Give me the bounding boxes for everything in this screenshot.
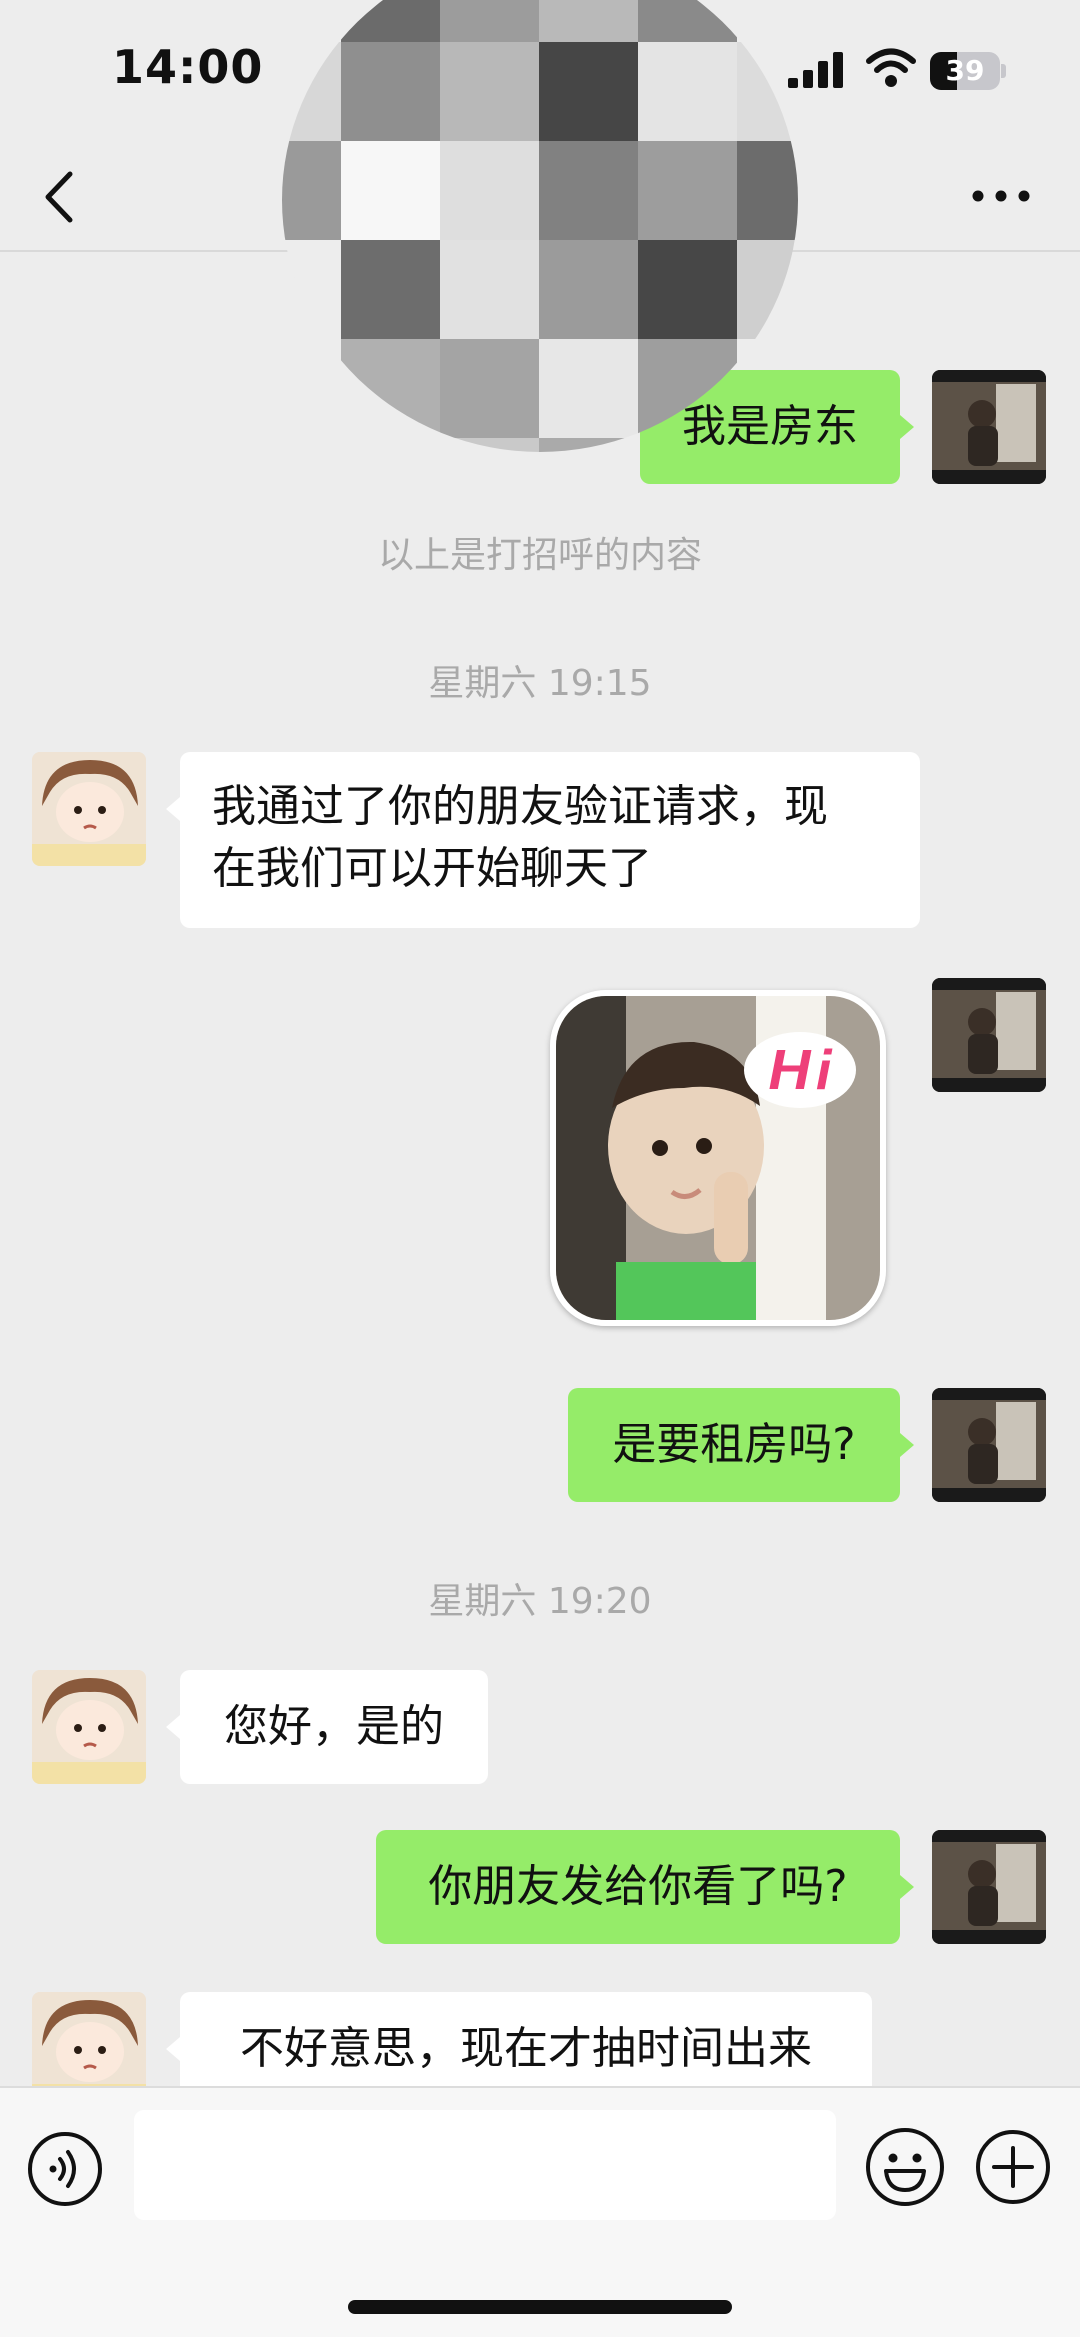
mosaic-cell — [638, 0, 737, 42]
mosaic-cell — [737, 339, 798, 438]
mosaic-cell — [440, 141, 539, 240]
more-icon[interactable] — [966, 176, 1036, 216]
mosaic-cell — [638, 42, 737, 141]
mosaic-cell — [440, 0, 539, 42]
message-bubble-incoming[interactable]: 您好，是的 — [180, 1670, 488, 1784]
mosaic-cell — [638, 240, 737, 339]
bubble-tail — [166, 797, 180, 821]
mosaic-cell — [282, 42, 341, 141]
avatar-image — [932, 1830, 1046, 1944]
status-time: 14:00 — [112, 40, 264, 94]
message-text: 您好，是的 — [224, 1701, 444, 1752]
message-bubble-incoming[interactable]: 不好意思，现在才抽时间出来 — [180, 1992, 872, 2086]
mosaic-cell — [539, 438, 638, 452]
bubble-tail — [900, 1433, 914, 1457]
bubble-tail — [900, 1875, 914, 1899]
mosaic-cell — [341, 240, 440, 339]
avatar[interactable] — [932, 370, 1046, 484]
sticker-text: Hi — [767, 1039, 834, 1104]
mosaic-cell — [638, 339, 737, 438]
message-input[interactable] — [134, 2110, 836, 2220]
chat-screen: 14:00 39 以上是打招呼的内容 星期六 19:15 我通过了你的朋友验证请… — [0, 0, 1080, 2337]
bubble-tail — [166, 2037, 180, 2061]
mosaic-cell — [737, 141, 798, 240]
mosaic-cell — [440, 42, 539, 141]
system-note: 以上是打招呼的内容 — [377, 535, 702, 576]
mosaic-cell — [282, 339, 341, 438]
mosaic-cell — [539, 42, 638, 141]
wifi-icon — [866, 48, 916, 87]
message-text: 不好意思，现在才抽时间出来 — [240, 2023, 812, 2074]
message-text-line: 我通过了你的朋友验证请求，现 — [212, 781, 828, 832]
avatar-image — [932, 370, 1046, 484]
mosaic-cell — [341, 0, 440, 42]
mosaic-cell — [282, 141, 341, 240]
mosaic-cell — [638, 141, 737, 240]
mosaic-cell — [341, 438, 440, 452]
mosaic-cell — [737, 240, 798, 339]
battery-cap — [1001, 64, 1006, 78]
pixelated-avatar — [282, 0, 798, 452]
emoji-icon[interactable] — [864, 2126, 946, 2208]
avatar-image — [32, 752, 146, 866]
message-text-line: 在我们可以开始聊天了 — [212, 843, 652, 894]
mosaic-cell — [282, 0, 341, 42]
avatar-image — [932, 1388, 1046, 1502]
avatar-image — [32, 1992, 146, 2086]
mosaic-cell — [282, 438, 341, 452]
avatar[interactable] — [932, 978, 1046, 1092]
message-bubble-incoming[interactable]: 我通过了你的朋友验证请求，现 在我们可以开始聊天了 — [180, 752, 920, 928]
message-bubble-outgoing[interactable]: 你朋友发给你看了吗? — [376, 1830, 900, 1944]
mosaic-cell — [341, 42, 440, 141]
bubble-tail — [166, 1715, 180, 1739]
avatar[interactable] — [932, 1830, 1046, 1944]
battery-body: 39 — [930, 52, 1000, 90]
battery-level: 39 — [945, 54, 985, 87]
battery-icon: 39 — [930, 52, 1006, 90]
mosaic-cell — [282, 240, 341, 339]
mosaic-cell — [440, 438, 539, 452]
mosaic-cell — [440, 339, 539, 438]
mosaic-cell — [539, 141, 638, 240]
plus-icon[interactable] — [974, 2128, 1052, 2206]
mosaic-cell — [341, 141, 440, 240]
chat-area[interactable]: 我是房东 以上是打招呼的内容 星期六 19:15 — [0, 254, 1080, 2086]
bubble-tail — [900, 415, 914, 439]
mosaic-cell — [539, 0, 638, 42]
sticker-image: Hi — [556, 996, 880, 1320]
time-label: 星期六 19:15 — [428, 663, 652, 704]
input-bar — [0, 2086, 1080, 2337]
time-label: 星期六 19:20 — [428, 1581, 652, 1622]
avatar-image — [932, 978, 1046, 1092]
mosaic-cell — [737, 438, 798, 452]
home-indicator — [348, 2300, 732, 2314]
avatar[interactable] — [32, 1992, 146, 2086]
avatar[interactable] — [32, 752, 146, 866]
message-bubble-outgoing[interactable]: 是要租房吗? — [568, 1388, 900, 1502]
avatar-image — [32, 1670, 146, 1784]
back-icon[interactable] — [30, 162, 90, 232]
mosaic-cell — [440, 240, 539, 339]
mosaic-cell — [539, 339, 638, 438]
avatar[interactable] — [932, 1388, 1046, 1502]
message-text: 是要租房吗? — [612, 1419, 856, 1470]
sticker-message[interactable]: Hi — [550, 990, 886, 1326]
mosaic-cell — [737, 42, 798, 141]
message-text: 你朋友发给你看了吗? — [428, 1861, 848, 1912]
mosaic-cell — [737, 0, 798, 42]
voice-icon[interactable] — [26, 2130, 104, 2208]
mosaic-cell — [638, 438, 737, 452]
avatar[interactable] — [32, 1670, 146, 1784]
mosaic-cell — [341, 339, 440, 438]
mosaic-cell — [539, 240, 638, 339]
